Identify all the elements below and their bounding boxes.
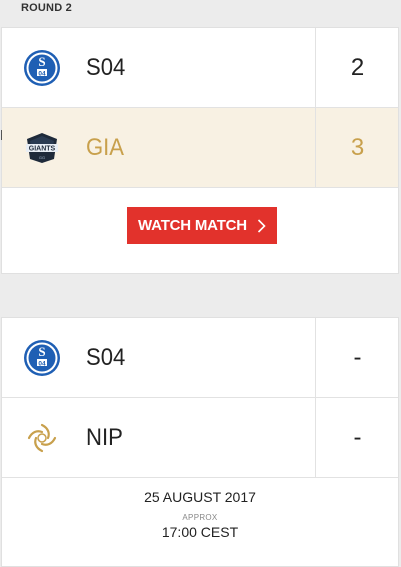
team-name: NIP [86,424,123,451]
svg-text:04: 04 [38,360,46,367]
team-row-s04: S 04 S04 2 [2,28,398,108]
schalke-04-logo-icon: S 04 [23,49,61,87]
team-score: 2 [315,28,399,107]
ninjas-in-pyjamas-logo-icon [23,419,61,457]
chevron-right-icon [257,218,266,233]
watch-area: WATCH MATCH [2,188,398,275]
svg-text:GIANTS: GIANTS [29,146,56,153]
match-date: 25 AUGUST 2017 [144,489,256,505]
giants-logo-icon: GIANTS GG [23,129,61,167]
watch-match-button[interactable]: WATCH MATCH [127,207,277,244]
approx-label: APPROX [182,513,218,522]
team-row-nip: NIP - [2,398,398,478]
watch-match-label: WATCH MATCH [138,217,247,234]
left-edge-marker [1,130,2,140]
team-score-winner: 3 [315,108,399,187]
svg-text:S: S [38,54,45,69]
svg-text:GG: GG [39,155,45,160]
match-card-completed: S 04 S04 2 GIANTS GG GIA 3 WATCH MATCH [1,27,399,274]
team-row-gia-winner: GIANTS GG GIA 3 [2,108,398,188]
team-name: S04 [86,54,126,81]
team-row-s04: S 04 S04 - [2,318,398,398]
team-score: - [315,398,399,477]
schalke-04-logo-icon: S 04 [23,339,61,377]
svg-text:04: 04 [38,70,46,77]
match-card-upcoming: S 04 S04 - NIP - 25 AUGUST 2017 APPROX 1… [1,317,399,567]
match-time: 17:00 CEST [161,524,239,540]
round-label: ROUND 2 [21,2,72,14]
team-score: - [315,318,399,397]
match-schedule: 25 AUGUST 2017 APPROX 17:00 CEST [2,478,398,566]
team-name: S04 [86,344,126,371]
team-name-winner: GIA [86,134,125,161]
svg-text:S: S [38,344,45,359]
